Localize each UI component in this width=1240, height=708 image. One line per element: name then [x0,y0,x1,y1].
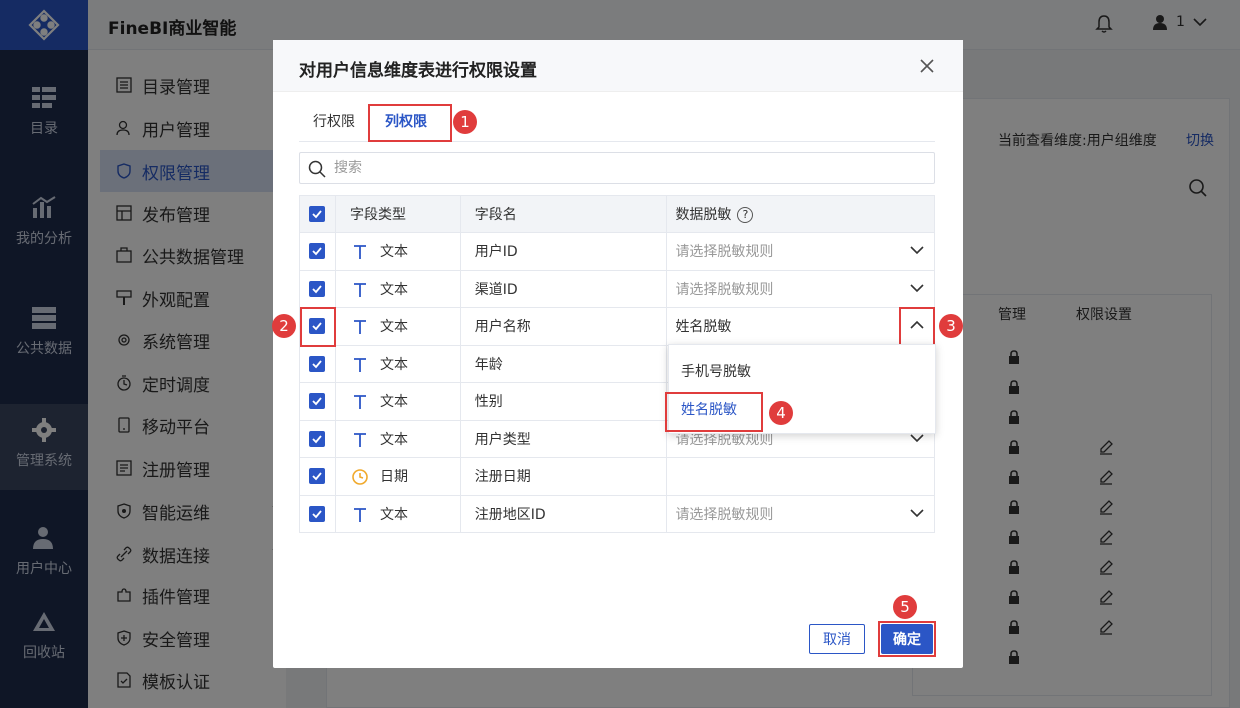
column-header-name: 字段名 [459,195,668,233]
chevron-down-icon[interactable] [910,433,924,443]
cancel-button[interactable]: 取消 [809,624,865,654]
text-type-icon [353,320,366,335]
mask-select[interactable]: 姓名脱敏 [666,307,935,346]
table-row: 文本 用户名称 姓名脱敏 [299,307,935,346]
field-name: 用户名称 [474,319,531,336]
field-name: 用户ID [474,244,518,261]
highlight-box [368,104,452,142]
text-type-icon [353,432,366,447]
field-name: 年龄 [474,356,503,373]
tab-row-permission[interactable]: 行权限 [299,104,369,142]
dialog-title: 对用户信息维度表进行权限设置 [299,61,537,81]
close-icon[interactable] [919,58,935,74]
text-type-icon [353,282,366,297]
table-row: 文本 用户ID 请选择脱敏规则 [299,232,935,271]
field-name: 注册地区ID [474,506,546,523]
highlight-box [300,307,336,347]
field-type: 文本 [379,506,408,523]
chevron-down-icon[interactable] [910,245,924,255]
mask-value: 姓名脱敏 [675,319,732,336]
mask-select [666,457,935,496]
mask-select[interactable]: 请选择脱敏规则 [666,232,935,271]
field-type: 文本 [379,319,408,336]
mask-value: 请选择脱敏规则 [675,506,774,523]
clock-icon [352,469,368,486]
text-type-icon [353,395,366,410]
mask-select[interactable]: 请选择脱敏规则 [666,269,935,308]
mask-header-label: 数据脱敏 [675,207,732,223]
select-all-checkbox[interactable] [309,206,326,222]
table-row: 日期 注册日期 [299,457,935,496]
chevron-down-icon[interactable] [910,508,924,518]
table-row: 文本 注册地区ID 请选择脱敏规则 [299,494,935,533]
mask-value: 请选择脱敏规则 [675,431,774,448]
column-permission-dialog: 对用户信息维度表进行权限设置 行权限 列权限 1 字段类型 字段名 数据脱敏? … [272,40,963,668]
mask-value: 请选择脱敏规则 [675,281,774,298]
step-badge: 1 [453,110,477,134]
text-type-icon [353,507,366,522]
search-input[interactable] [334,157,914,179]
field-name: 渠道ID [474,281,518,298]
highlight-box [899,307,935,347]
field-type: 文本 [379,431,408,448]
help-icon[interactable]: ? [737,207,754,223]
row-checkbox[interactable] [309,393,326,410]
row-checkbox[interactable] [309,355,326,372]
mask-select[interactable]: 请选择脱敏规则 [666,494,935,533]
column-header-type: 字段类型 [334,195,461,233]
step-badge: 2 [272,314,296,338]
row-checkbox[interactable] [309,468,326,485]
row-checkbox[interactable] [309,280,326,297]
text-type-icon [353,245,366,260]
field-type: 文本 [379,356,408,373]
step-badge: 5 [893,595,917,619]
step-badge: 4 [769,401,793,425]
search-field[interactable] [299,152,935,184]
row-checkbox[interactable] [309,430,326,447]
step-badge: 3 [939,314,963,338]
field-type: 文本 [379,281,408,298]
text-type-icon [353,357,366,372]
search-icon [308,160,326,178]
field-type: 日期 [379,469,408,486]
row-checkbox[interactable] [309,243,326,260]
field-name: 性别 [474,394,503,411]
highlight-box [878,621,936,657]
highlight-box [665,392,763,432]
dropdown-option-phone-mask[interactable]: 手机号脱敏 [681,361,751,381]
row-checkbox[interactable] [309,505,326,522]
chevron-down-icon[interactable] [910,283,924,293]
column-header-mask: 数据脱敏? [666,195,935,233]
mask-value: 请选择脱敏规则 [675,244,774,261]
table-row: 文本 渠道ID 请选择脱敏规则 [299,269,935,308]
field-name: 注册日期 [474,469,531,486]
dialog-header: 对用户信息维度表进行权限设置 [273,40,963,92]
field-name: 用户类型 [474,431,531,448]
field-type: 文本 [379,394,408,411]
field-type: 文本 [379,244,408,261]
